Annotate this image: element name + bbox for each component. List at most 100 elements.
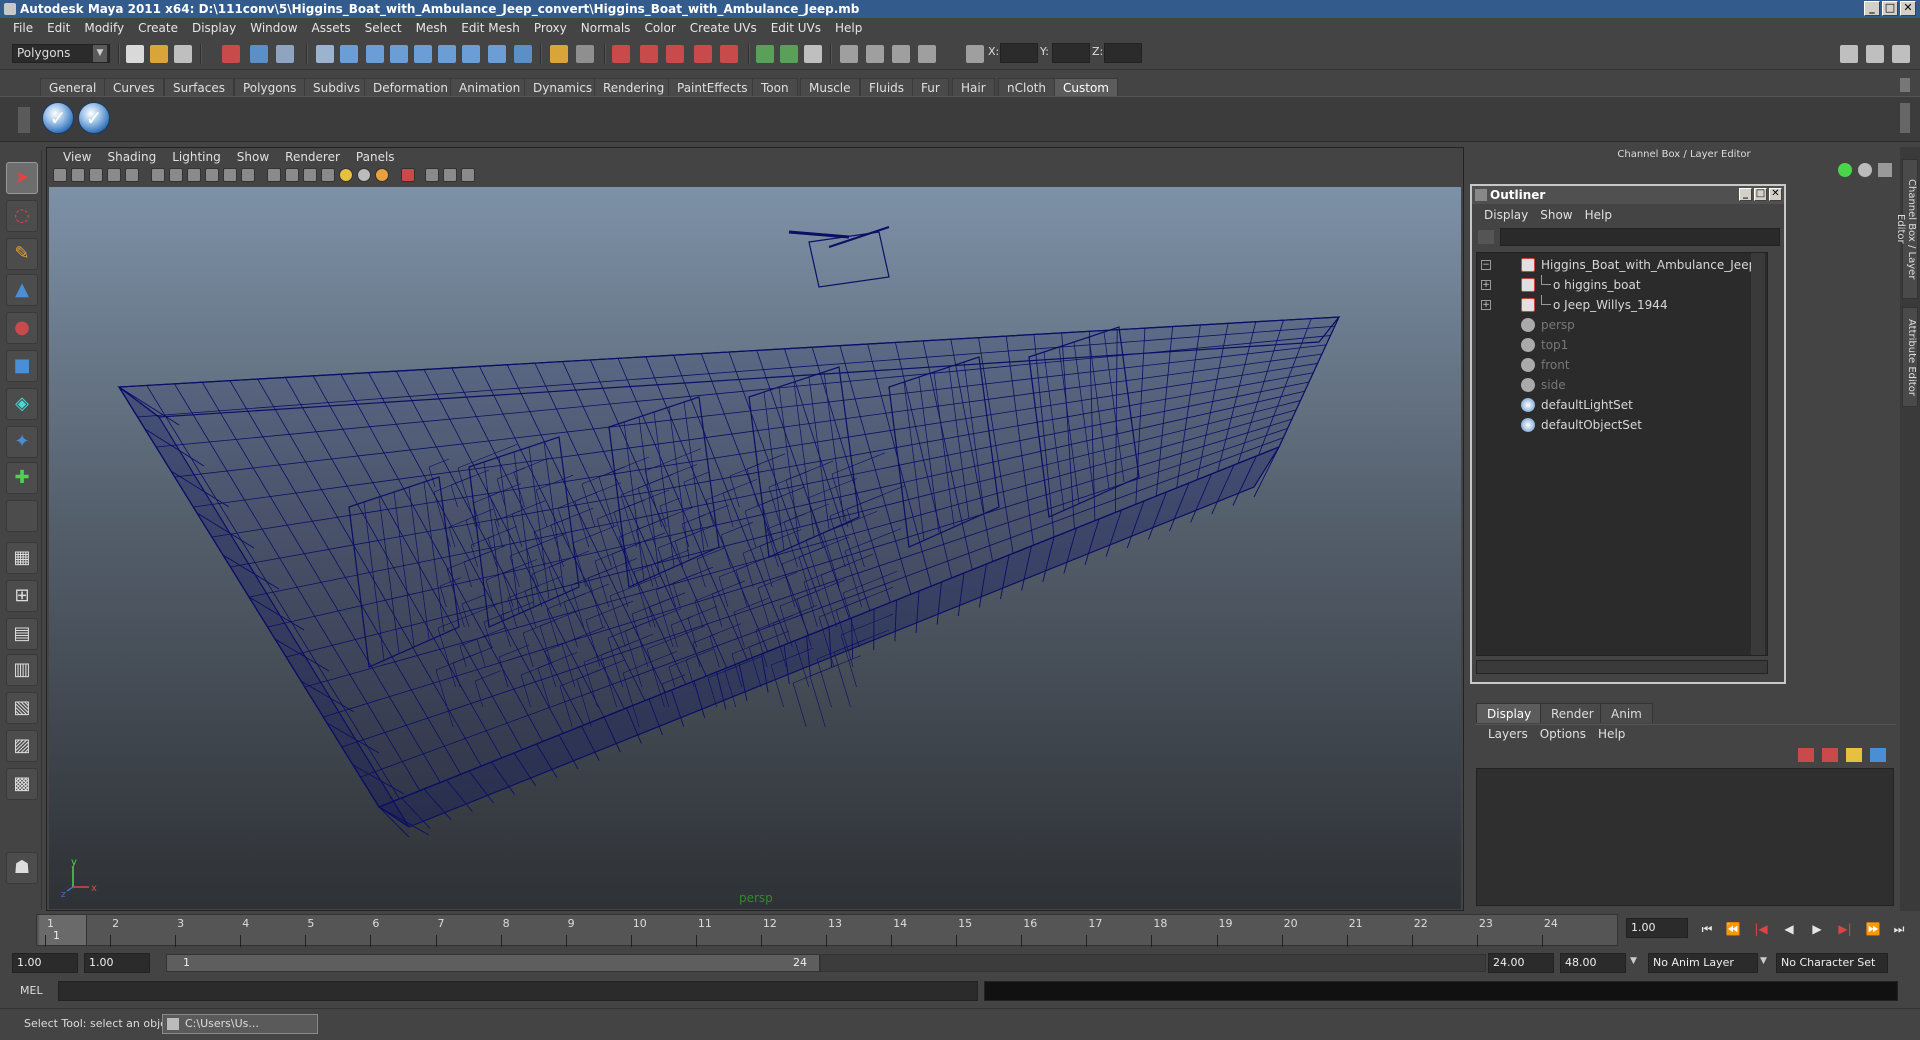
channel-box-layer-icon[interactable] [1858,163,1872,177]
outliner-menu-show[interactable]: Show [1534,208,1578,222]
camera-select-icon[interactable] [53,168,67,182]
menu-edit-uvs[interactable]: Edit UVs [764,21,828,35]
layer-tab-display[interactable]: Display [1476,703,1543,723]
minimize-button[interactable]: _ [1864,1,1880,16]
channel-box-toggle-icon[interactable] [1878,163,1892,177]
collapse-icon[interactable]: − [1481,260,1491,270]
step-forward-key-button[interactable]: ⏩ [1864,920,1882,938]
go-to-start-button[interactable]: ⏮ [1698,920,1716,938]
wireframe-icon[interactable] [267,168,281,182]
layer-menu-help[interactable]: Help [1592,727,1631,741]
show-manip-icon[interactable]: ✚ [6,462,38,494]
select-hierarchy-icon[interactable] [222,45,240,63]
menu-display[interactable]: Display [185,21,243,35]
shadows-icon[interactable] [357,168,371,182]
new-scene-icon[interactable] [126,45,144,63]
menu-normals[interactable]: Normals [574,21,638,35]
new-layer-selected-icon[interactable] [1870,748,1886,762]
play-backwards-button[interactable]: ◀ [1780,920,1798,938]
x-input[interactable] [1000,43,1038,63]
go-to-end-button[interactable]: ⏭ [1890,920,1908,938]
field-chart-icon[interactable] [205,168,219,182]
side-tab-channel-box[interactable]: Channel Box / Layer Editor [1895,159,1918,299]
snap-live-icon[interactable] [462,45,480,63]
toggle-attribute-editor-icon[interactable] [1840,45,1858,63]
outliner-vertical-scrollbar[interactable] [1751,253,1765,655]
outliner-horizontal-scrollbar[interactable] [1476,660,1768,674]
shelf-tab-polygons[interactable]: Polygons [234,78,306,96]
snap-plane-icon[interactable] [414,45,432,63]
end-time-field[interactable]: 48.00 [1560,953,1626,973]
graph-persp-layout-icon[interactable]: ▥ [6,654,38,686]
time-slider-track[interactable]: 1 1 2 3 4 5 6 7 8 9 10 11 12 13 14 15 16 17 18 19 20 21 22 23 24 [36,914,1618,947]
shelf-tab-surfaces[interactable]: Surfaces [164,78,234,96]
save-scene-icon[interactable] [174,45,192,63]
shelf-tab-custom[interactable]: Custom [1054,78,1118,96]
layer-menu-layers[interactable]: Layers [1482,727,1534,741]
outliner-maximize-button[interactable]: □ [1754,188,1767,201]
gate-mask-icon[interactable] [187,168,201,182]
menu-file[interactable]: File [6,21,40,35]
shelf-tab-muscle[interactable]: Muscle [800,78,860,96]
outliner-item[interactable]: defaultObjectSet [1477,415,1767,435]
anim-layer-dropdown[interactable]: No Anim Layer [1648,953,1758,973]
universal-manip-icon[interactable]: ◈ [6,388,38,420]
taskbar-window-button[interactable]: C:\Users\Us... [162,1014,318,1034]
menu-set-dropdown[interactable]: Polygons ▼ [12,44,110,63]
playback-start-field[interactable]: 1.00 [84,953,150,973]
viewport-menu-panels[interactable]: Panels [348,150,403,164]
shelf-tab-deformation[interactable]: Deformation [364,78,457,96]
safe-title-icon[interactable] [241,168,255,182]
hypershade-persp-layout-icon[interactable]: ▧ [6,692,38,724]
layer-editor-icon[interactable] [892,45,910,63]
attribute-editor-icon[interactable] [840,45,858,63]
open-scene-icon[interactable] [150,45,168,63]
playback-range-bar[interactable]: 1 24 [166,954,820,972]
outliner-close-button[interactable]: ✕ [1769,188,1782,201]
scale-tool-icon[interactable]: ■ [6,350,38,382]
menu-help[interactable]: Help [828,21,869,35]
side-tab-attribute-editor[interactable]: Attribute Editor [1902,307,1918,407]
viewport-menu-lighting[interactable]: Lighting [164,150,229,164]
smooth-shade-icon[interactable] [285,168,299,182]
command-language-label[interactable]: MEL [20,984,43,997]
use-all-lights-icon[interactable] [339,168,353,182]
snap-surface-icon[interactable] [438,45,456,63]
four-pane-layout-icon[interactable]: ⊞ [6,580,38,612]
viewport-menu-shading[interactable]: Shading [99,150,164,164]
shelf-tab-fur[interactable]: Fur [912,78,949,96]
hq-rendering-icon[interactable] [375,168,389,182]
shelf-tab-animation[interactable]: Animation [450,78,530,96]
custom-check-button[interactable]: ✓ [78,102,110,134]
menu-select[interactable]: Select [358,21,409,35]
xray-icon[interactable] [425,168,439,182]
outliner-menu-help[interactable]: Help [1579,208,1618,222]
move-layer-up-icon[interactable] [1798,748,1814,762]
layer-tab-anim[interactable]: Anim [1600,703,1653,723]
command-input[interactable] [58,981,978,1001]
viewport-menu-renderer[interactable]: Renderer [277,150,348,164]
custom-layout-icon[interactable]: ▩ [6,768,38,800]
outliner-filter-icon[interactable] [1478,230,1494,244]
current-time-field[interactable]: 1.00 [1626,918,1688,938]
shelf-tab-ncloth[interactable]: nCloth [998,78,1055,96]
paint-select-tool-icon[interactable]: ✎ [6,238,38,270]
soft-mod-icon[interactable]: ✦ [6,426,38,458]
select-tool-icon[interactable]: ➤ [6,162,38,194]
wireframe-on-shaded-icon[interactable] [303,168,317,182]
safe-action-icon[interactable] [223,168,237,182]
filter-icon[interactable] [316,45,334,63]
z-input[interactable] [1104,43,1142,63]
chevron-down-icon[interactable]: ▼ [1760,956,1767,966]
outliner-item[interactable]: − Higgins_Boat_with_Ambulance_Jeep [1477,255,1767,275]
rotate-tool-icon[interactable]: ● [6,312,38,344]
shelf-options-icon[interactable] [18,107,30,133]
input-line-icon[interactable] [756,45,774,63]
snap-grid-icon[interactable] [340,45,358,63]
character-controls-icon[interactable]: ☗ [6,852,38,884]
outliner-search-input[interactable] [1500,228,1780,246]
outliner-item[interactable]: defaultLightSet [1477,395,1767,415]
step-back-key-button[interactable]: ⏪ [1724,920,1742,938]
help-query-icon[interactable] [514,45,532,63]
image-plane-icon[interactable] [107,168,121,182]
